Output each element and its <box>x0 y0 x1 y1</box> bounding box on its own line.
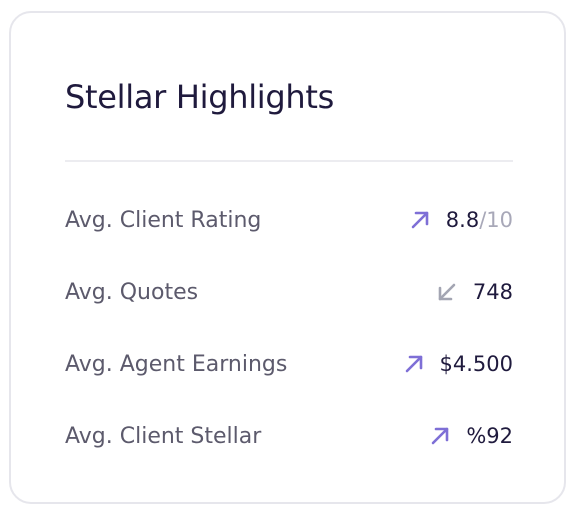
stat-value-suffix: /10 <box>479 208 513 232</box>
stat-row-agent-earnings: Avg. Agent Earnings $4.500 <box>65 344 513 384</box>
stat-value: %92 <box>466 424 513 448</box>
stat-label: Avg. Client Stellar <box>65 423 262 449</box>
stat-row-client-rating: Avg. Client Rating 8.8 /10 <box>65 200 513 240</box>
stat-value: 748 <box>472 280 513 304</box>
stat-row-client-stellar: Avg. Client Stellar %92 <box>65 416 513 456</box>
stat-value-group: $4.500 <box>402 352 513 376</box>
arrow-up-right-icon <box>428 424 452 448</box>
stellar-highlights-card: Stellar Highlights Avg. Client Rating 8.… <box>9 11 566 504</box>
stat-value-group: 8.8 /10 <box>408 208 513 232</box>
arrow-up-right-icon <box>402 352 426 376</box>
arrow-up-right-icon <box>408 208 432 232</box>
stat-row-quotes: Avg. Quotes 748 <box>65 272 513 312</box>
stat-label: Avg. Quotes <box>65 279 199 305</box>
arrow-down-left-icon <box>435 280 459 304</box>
stat-label: Avg. Agent Earnings <box>65 351 288 377</box>
card-title: Stellar Highlights <box>65 78 335 116</box>
stat-value-group: %92 <box>428 424 513 448</box>
stat-label: Avg. Client Rating <box>65 207 262 233</box>
stat-value: 8.8 <box>445 208 480 232</box>
stat-value-group: 748 <box>435 280 513 304</box>
stat-value: $4.500 <box>439 352 513 376</box>
divider <box>65 160 513 162</box>
